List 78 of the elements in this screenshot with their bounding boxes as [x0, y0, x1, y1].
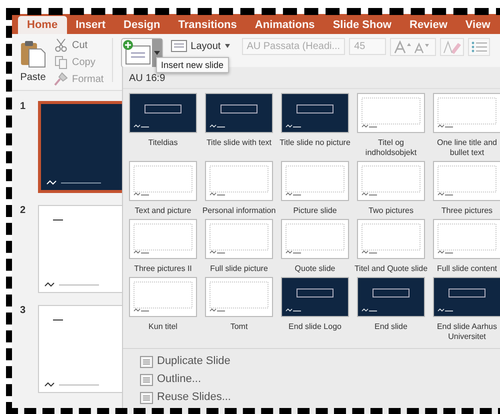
layout-thumbnail[interactable] — [433, 219, 500, 259]
layout-name: Personal information — [202, 206, 276, 216]
format-painter-button[interactable]: Format — [54, 72, 104, 86]
layout-name: Quote slide — [294, 264, 336, 274]
grow-shrink-font-icon[interactable] — [390, 38, 436, 56]
layout-thumbnail[interactable] — [357, 161, 425, 201]
layout-name: End slide Logo — [288, 322, 342, 332]
ribbon-tab[interactable]: Review — [400, 16, 456, 34]
layout-thumbnail[interactable] — [129, 277, 197, 317]
slides-icon — [137, 372, 153, 386]
layout-name: Full slide picture — [209, 264, 269, 274]
paste-button[interactable]: Paste — [16, 38, 50, 85]
layout-thumbnail[interactable] — [357, 93, 425, 133]
layout-thumbnail[interactable] — [433, 161, 500, 201]
slides-icon — [137, 354, 153, 368]
layout-thumbnail[interactable] — [205, 161, 273, 201]
layout-name: End slide — [374, 322, 408, 332]
copy-icon — [54, 55, 68, 69]
layout-thumbnail[interactable] — [205, 277, 273, 317]
layout-thumbnail[interactable] — [129, 219, 197, 259]
layout-name: Three pictures II — [133, 264, 193, 274]
layout-thumbnail[interactable] — [205, 93, 273, 133]
layout-name: Title slide no picture — [278, 138, 352, 148]
layout-name: Tomt — [229, 322, 249, 332]
slide-number: 3 — [20, 305, 26, 316]
menu-item[interactable]: Duplicate Slide — [137, 353, 230, 369]
layout-name: Text and picture — [134, 206, 192, 216]
brush-icon — [54, 72, 68, 86]
menu-item[interactable]: Outline... — [137, 371, 202, 387]
layout-name: Two pictures — [368, 206, 414, 216]
layout-thumbnail[interactable] — [357, 219, 425, 259]
slides-icon — [137, 390, 153, 404]
layout-name: Kun titel — [148, 322, 178, 332]
copy-button[interactable]: Copy — [54, 55, 104, 69]
layout-thumbnail[interactable] — [433, 93, 500, 133]
layout-thumbnail[interactable] — [357, 277, 425, 317]
ribbon-tab[interactable]: Home — [18, 16, 67, 34]
ribbon-tab[interactable]: Animations — [246, 16, 324, 34]
layout-name: Titel og indholdsobjekt — [364, 138, 418, 158]
slide-number: 2 — [20, 205, 26, 216]
layout-thumbnail[interactable] — [281, 161, 349, 201]
layout-thumbnail[interactable] — [281, 93, 349, 133]
ribbon-tab[interactable]: Insert — [66, 16, 115, 34]
new-slide-button[interactable] — [120, 38, 163, 68]
cut-button[interactable]: Cut — [54, 38, 104, 52]
ribbon-tab[interactable]: View — [456, 16, 500, 34]
layout-name: Titel and Quote slide — [354, 264, 428, 274]
scissors-icon — [54, 38, 68, 52]
layout-thumbnail[interactable] — [205, 219, 273, 259]
layout-thumbnail[interactable] — [433, 277, 500, 317]
layout-icon — [170, 40, 187, 52]
layout-thumbnail[interactable] — [281, 219, 349, 259]
layout-name: Picture slide — [292, 206, 338, 216]
layout-name: Full slide content — [436, 264, 498, 274]
font-size-field[interactable]: 45 — [349, 38, 386, 55]
slide-thumbnail[interactable] — [38, 305, 123, 393]
bullet-list-icon[interactable] — [468, 38, 490, 56]
layout-name: End slide Aarhus Universitet — [436, 322, 498, 342]
layout-name: Three pictures — [440, 206, 494, 216]
layout-name: Title slide with text — [205, 138, 273, 148]
ribbon-tab[interactable]: Design — [114, 16, 170, 34]
eraser-icon[interactable] — [440, 38, 464, 56]
font-field[interactable]: AU Passata (Headi... — [242, 38, 346, 55]
layout-name: One line title and bullet text — [436, 138, 498, 158]
layout-button[interactable]: Layout — [170, 38, 230, 54]
slide-number: 1 — [20, 101, 26, 112]
menu-item[interactable]: Reuse Slides... — [137, 389, 231, 405]
layout-thumbnail[interactable] — [129, 161, 197, 201]
layout-thumbnail[interactable] — [129, 93, 197, 133]
ribbon-tab[interactable]: Slide Show — [324, 16, 400, 34]
caret-icon — [224, 44, 230, 48]
layout-thumbnail[interactable] — [281, 277, 349, 317]
new-slide-tooltip: Insert new slide — [156, 57, 229, 73]
layout-name: Titeldias — [147, 138, 179, 148]
new-slide-icon — [122, 39, 152, 67]
ribbon-tab[interactable]: Transitions — [169, 16, 246, 34]
clipboard-icon — [20, 40, 46, 68]
slide-thumbnail[interactable] — [38, 205, 123, 293]
